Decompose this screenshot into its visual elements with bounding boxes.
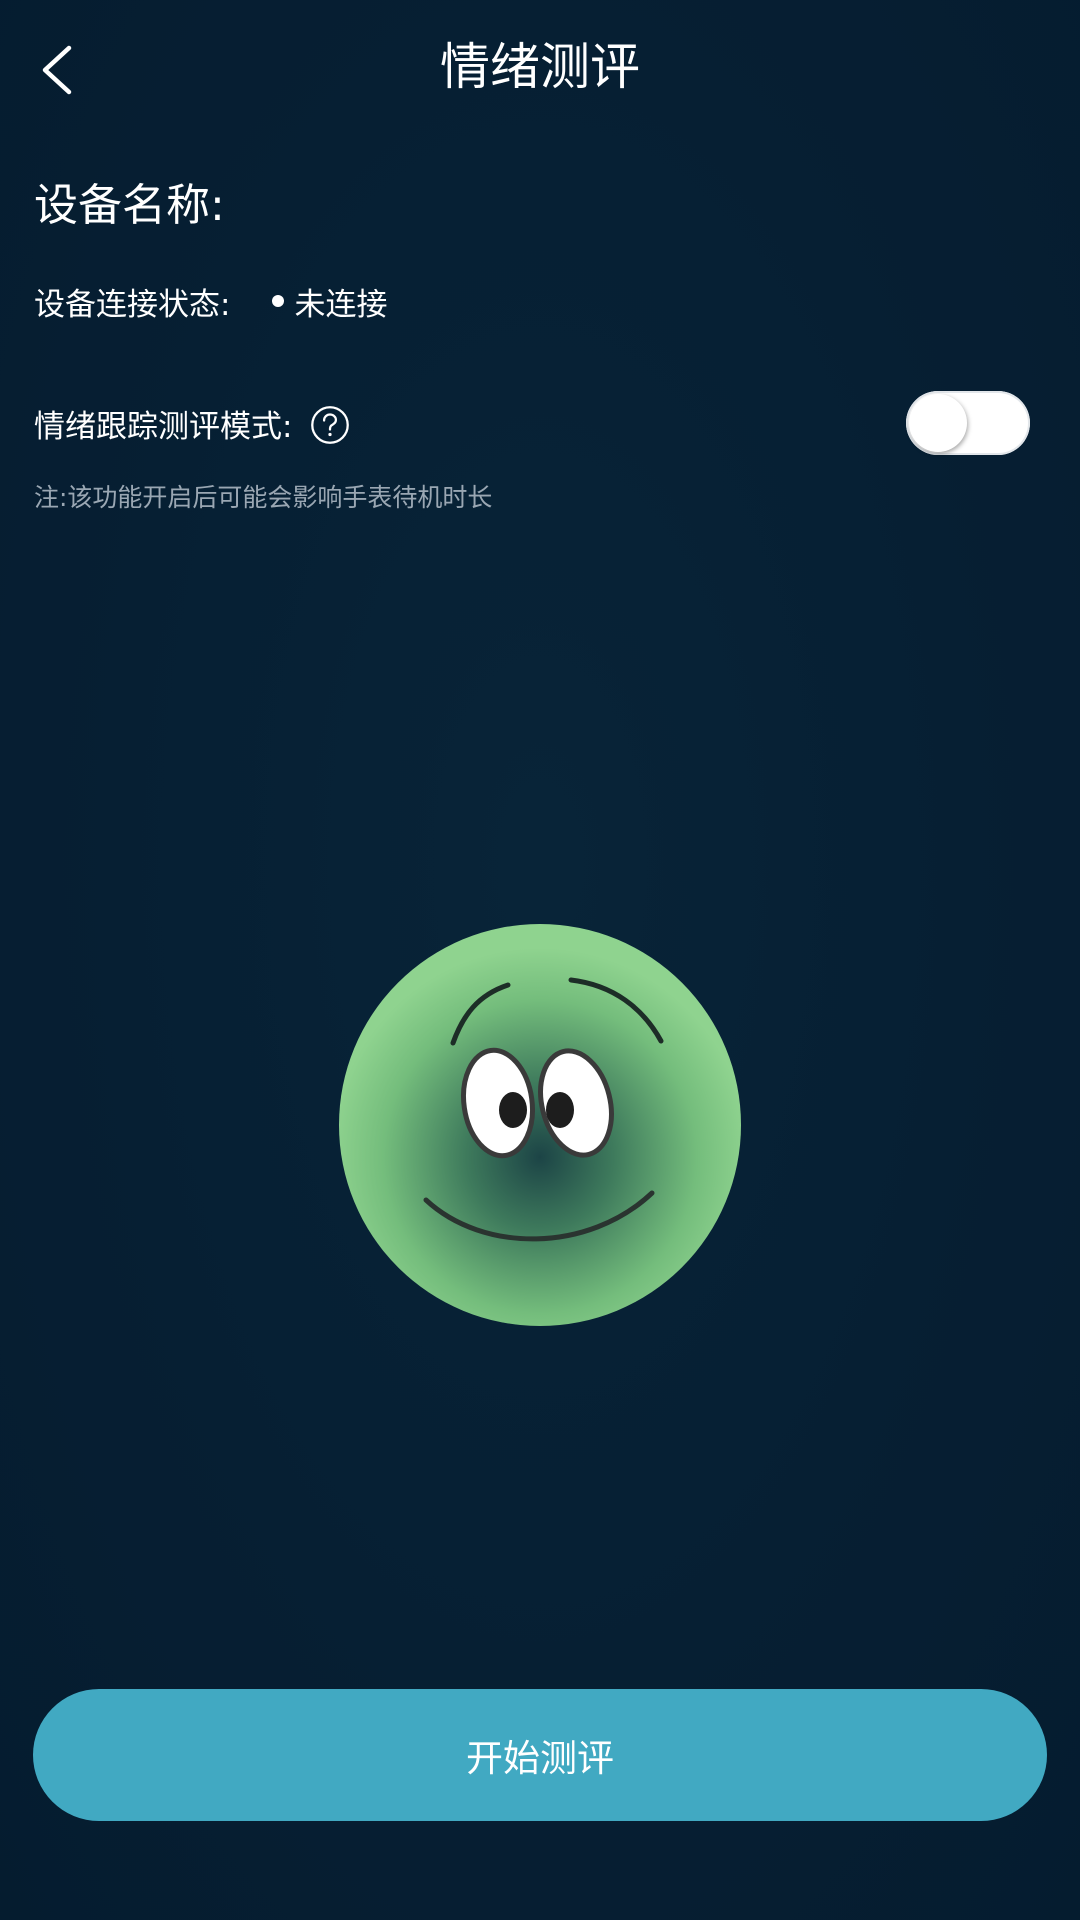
tracking-mode-label: 情绪跟踪测评模式: — [34, 408, 293, 445]
toggle-knob — [909, 394, 967, 452]
connection-status-label: 设备连接状态: — [34, 286, 231, 323]
tracking-mode-toggle[interactable] — [906, 391, 1030, 455]
tracking-mode-row: 情绪跟踪测评模式: — [34, 398, 350, 448]
connection-status-row: 设备连接状态: 未连接 — [34, 276, 387, 326]
smiley-face-icon — [339, 924, 741, 1326]
start-assessment-button[interactable]: 开始测评 — [33, 1689, 1047, 1821]
emotion-assessment-screen: 情绪测评 设备名称: 设备连接状态: 未连接 情绪跟踪测评模式: 注:该功能开启… — [0, 0, 1080, 1920]
connection-status-value: 未连接 — [294, 286, 388, 323]
device-name-label: 设备名称: — [34, 180, 225, 231]
question-circle-icon[interactable] — [310, 403, 350, 444]
header: 情绪测评 — [0, 0, 1080, 140]
status-dot-icon — [272, 295, 285, 307]
battery-note: 注:该功能开启后可能会影响手表待机时长 — [34, 483, 493, 512]
page-title: 情绪测评 — [440, 38, 640, 96]
